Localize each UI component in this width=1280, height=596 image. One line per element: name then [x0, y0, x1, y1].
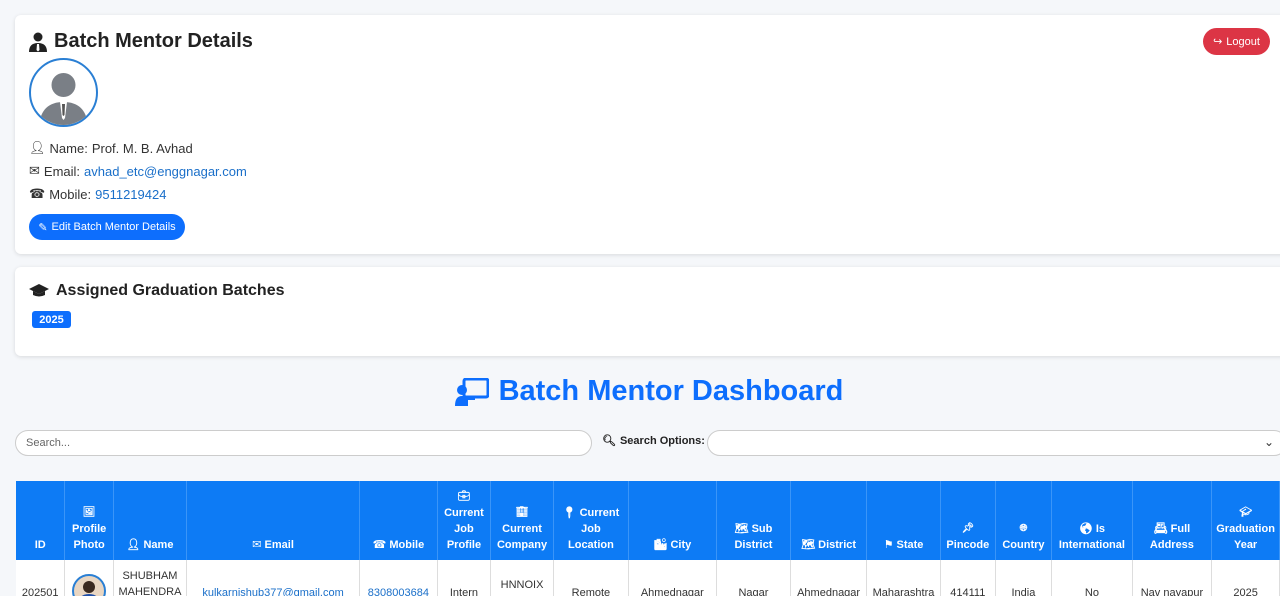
- envelope-icon: ✉: [29, 163, 40, 178]
- cell-graduation-year: 2025: [1211, 560, 1280, 596]
- mentor-email-row: ✉ Email: avhad_etc@enggnagar.com: [29, 163, 247, 179]
- col-city[interactable]: 🏙︎ City: [628, 481, 717, 560]
- phone-icon: ☎: [29, 186, 46, 201]
- edit-label: Edit Batch Mentor Details: [51, 221, 176, 233]
- cell-name: SHUBHAM MAHENDRA: [113, 560, 188, 596]
- cell-job-location: Remote: [553, 560, 629, 596]
- cell-state: Maharashtra: [866, 560, 941, 596]
- col-country[interactable]: 🌐︎ Country: [995, 481, 1053, 560]
- col-graduation-year[interactable]: 🎓︎ Graduation Year: [1211, 481, 1280, 560]
- col-email[interactable]: ✉ Email: [186, 481, 361, 560]
- mentor-avatar: [29, 58, 98, 127]
- student-email-link[interactable]: kulkarnishub377@gmail.com: [202, 587, 343, 596]
- map-marker-icon: 📍︎: [562, 507, 580, 519]
- edit-icon: ✎: [38, 221, 48, 234]
- col-name[interactable]: 👤︎ Name: [113, 481, 188, 560]
- cell-email: kulkarnishub377@gmail.com: [186, 560, 361, 596]
- user-icon: 👤︎: [126, 539, 144, 551]
- col-job-location[interactable]: 📍︎ Current Job Location: [553, 481, 629, 560]
- student-mobile-link[interactable]: 8308003684: [368, 587, 429, 596]
- logout-label: Logout: [1226, 35, 1260, 48]
- name-value: Prof. M. B. Avhad: [91, 140, 193, 156]
- cell-job-profile: Intern: [437, 560, 492, 596]
- search-input[interactable]: Search...: [15, 430, 592, 456]
- mobile-link[interactable]: 9511219424: [95, 187, 166, 202]
- cell-country: India: [995, 560, 1053, 596]
- dashboard-title: Batch Mentor Dashboard: [0, 375, 1280, 408]
- cell-sub-district: Nagar: [716, 560, 792, 596]
- cell-is-international: No: [1051, 560, 1133, 596]
- search-options-label: 🔍︎ Search Options:: [602, 434, 705, 448]
- map-location-icon: 🗺︎: [801, 539, 819, 551]
- batches-heading: Assigned Graduation Batches: [29, 282, 285, 300]
- page-title: Batch Mentor Details: [54, 30, 253, 52]
- col-pincode[interactable]: 📌︎ Pincode: [940, 481, 996, 560]
- col-job-profile[interactable]: 💼︎ Current Job Profile: [437, 481, 492, 560]
- cell-company: HNNOIX: [490, 560, 554, 596]
- mentor-name-row: 👤︎ Name: Prof. M. B. Avhad: [29, 140, 193, 156]
- mentor-details-card: Batch Mentor Details ↪ Logout 👤︎ Name: P…: [15, 15, 1280, 254]
- col-mobile[interactable]: ☎ Mobile: [359, 481, 438, 560]
- cell-profile-photo[interactable]: [64, 560, 114, 596]
- address-card-icon: 📇︎: [1153, 523, 1171, 535]
- name-label: Name:: [49, 140, 88, 156]
- flag-icon: ⚑: [883, 539, 897, 551]
- col-id[interactable]: ID: [16, 481, 66, 560]
- cell-id: 202501: [16, 560, 66, 596]
- edit-mentor-button[interactable]: ✎ Edit Batch Mentor Details: [29, 214, 185, 240]
- col-is-international[interactable]: 🌎︎ Is International: [1051, 481, 1133, 560]
- mentor-details-heading: Batch Mentor Details: [29, 30, 253, 53]
- cell-district: Ahmednagar: [790, 560, 868, 596]
- envelope-icon: ✉: [252, 539, 265, 551]
- phone-icon: ☎: [372, 539, 390, 551]
- search-options-label-text: Search Options:: [619, 434, 705, 447]
- user-tie-icon: [29, 32, 47, 52]
- student-avatar: [72, 574, 107, 596]
- globe-americas-icon: 🌎︎: [1078, 523, 1096, 535]
- globe-icon: 🌐︎: [1019, 523, 1028, 534]
- chevron-down-icon: ⌄: [1263, 435, 1274, 449]
- assigned-batches-card: Assigned Graduation Batches 2025: [15, 267, 1280, 356]
- search-options-select[interactable]: ⌄: [707, 430, 1280, 456]
- logout-button[interactable]: ↪ Logout: [1203, 28, 1270, 55]
- col-state[interactable]: ⚑ State: [866, 481, 941, 560]
- image-icon: 🖼︎: [82, 507, 96, 518]
- mentor-mobile-row: ☎ Mobile: 9511219424: [29, 186, 166, 202]
- col-company[interactable]: 🏢︎ Current Company: [490, 481, 554, 560]
- batch-badge[interactable]: 2025: [32, 311, 71, 328]
- col-full-address[interactable]: 📇︎ Full Address: [1132, 481, 1213, 560]
- table-header-row: ID 🖼︎ Profile Photo 👤︎ Name ✉ Email ☎ Mob…: [16, 481, 1280, 560]
- table-row[interactable]: 202501 SHUBHAM MAHENDRA kulkarnishub377@…: [16, 560, 1280, 596]
- map-icon: 🗺︎: [734, 523, 752, 535]
- email-link[interactable]: avhad_etc@enggnagar.com: [84, 164, 247, 179]
- cell-city: Ahmednagar: [628, 560, 717, 596]
- cell-full-address: Nav nayapur: [1132, 560, 1213, 596]
- graduation-cap-icon: [29, 284, 49, 297]
- building-icon: 🏢︎: [515, 507, 529, 518]
- mobile-label: Mobile:: [49, 186, 92, 202]
- avatar-silhouette-icon: [39, 73, 88, 125]
- briefcase-icon: 💼︎: [457, 491, 471, 502]
- col-sub-district[interactable]: 🗺︎ Sub District: [716, 481, 792, 560]
- email-label: Email:: [43, 163, 81, 179]
- chalkboard-teacher-icon: [454, 377, 489, 406]
- col-profile-photo[interactable]: 🖼︎ Profile Photo: [64, 481, 114, 560]
- col-district[interactable]: 🗺︎ District: [790, 481, 868, 560]
- pin-icon: 📌︎: [961, 523, 975, 534]
- graduation-cap-icon: 🎓︎: [1239, 507, 1252, 518]
- dashboard-title-text: Batch Mentor Dashboard: [498, 375, 844, 407]
- students-table: ID 🖼︎ Profile Photo 👤︎ Name ✉ Email ☎ Mob…: [16, 481, 1280, 596]
- cell-mobile: 8308003684: [359, 560, 438, 596]
- search-icon: 🔍︎: [602, 435, 616, 447]
- city-icon: 🏙︎: [653, 539, 671, 551]
- batches-title: Assigned Graduation Batches: [56, 282, 285, 299]
- user-icon: 👤︎: [29, 140, 46, 155]
- cell-pincode: 414111: [940, 560, 996, 596]
- logout-icon: ↪: [1213, 36, 1223, 48]
